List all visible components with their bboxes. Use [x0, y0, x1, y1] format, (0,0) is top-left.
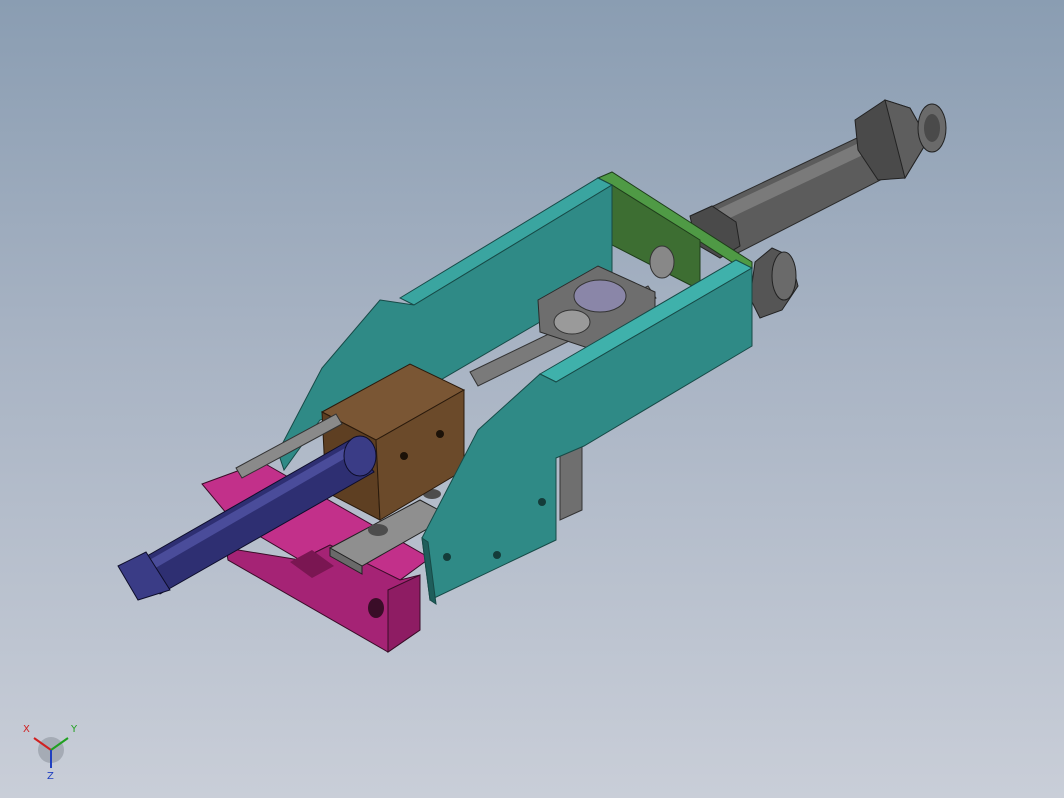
collet-rear-end — [343, 435, 377, 477]
rod-coupler — [649, 245, 675, 279]
triad-x-label: X — [23, 724, 30, 735]
triad-z-label: Z — [47, 771, 54, 782]
teal-hole-1 — [443, 553, 451, 561]
teal-hole-3 — [538, 498, 546, 506]
rail-hole-1 — [368, 524, 388, 536]
clamp-ring-2 — [553, 309, 591, 335]
orientation-triad[interactable]: X Y Z — [18, 716, 84, 782]
clamp-ring — [573, 279, 627, 313]
thread-end-rear-inner — [924, 114, 940, 142]
brown-hole-2 — [436, 430, 444, 438]
teal-hole-2 — [493, 551, 501, 559]
thread-end-front — [771, 251, 797, 301]
cad-model[interactable] — [0, 0, 1064, 798]
3d-viewport[interactable]: X Y Z — [0, 0, 1064, 798]
triad-y-label: Y — [70, 724, 78, 735]
magenta-hole — [368, 598, 384, 618]
brown-hole-1 — [400, 452, 408, 460]
